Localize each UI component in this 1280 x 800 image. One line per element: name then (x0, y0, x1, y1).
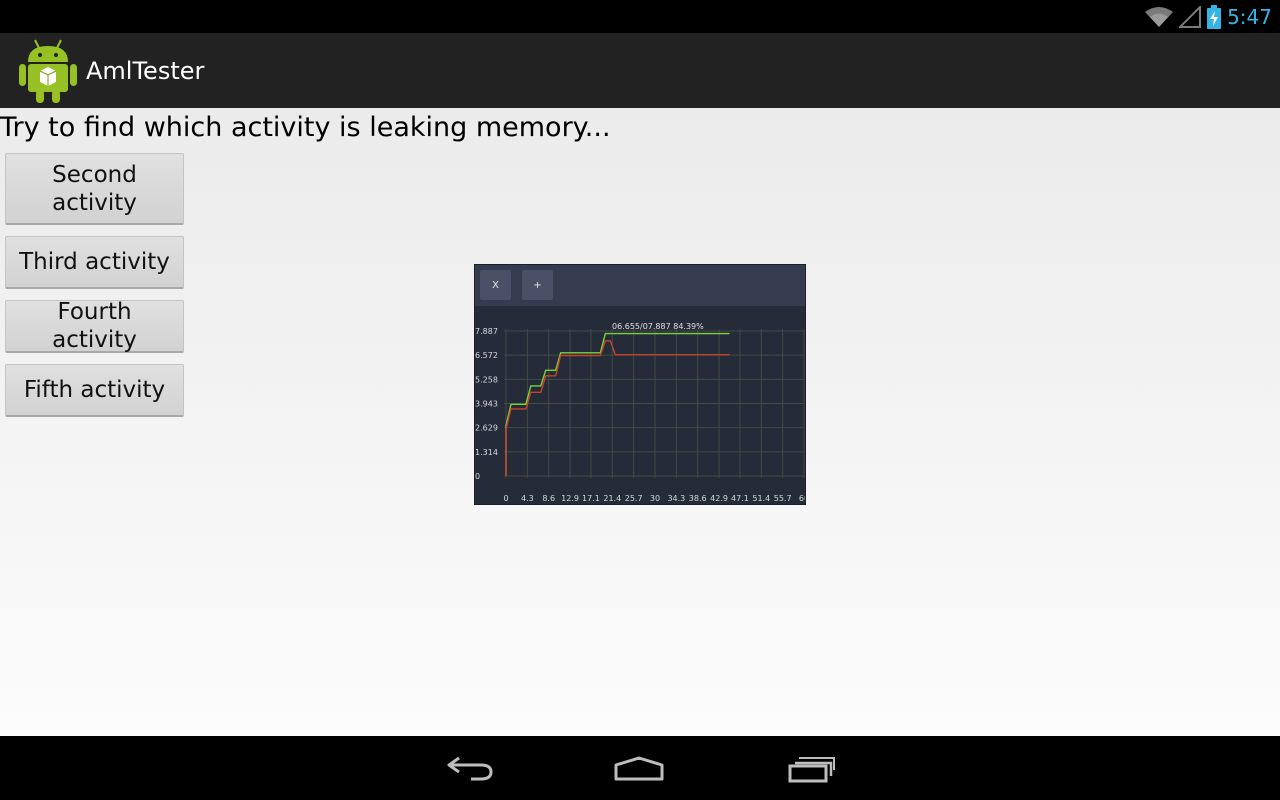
android-logo-icon[interactable] (18, 38, 78, 104)
x-tick-label: 30 (650, 494, 660, 503)
recent-apps-icon[interactable] (784, 752, 838, 784)
x-tick-label: 8.6 (542, 494, 555, 503)
y-tick-label: 0 (475, 472, 480, 481)
back-icon[interactable] (443, 752, 497, 784)
y-tick-label: 2.629 (475, 424, 498, 433)
fifth-activity-button[interactable]: Fifth activity (5, 364, 184, 417)
third-activity-button[interactable]: Third activity (5, 236, 184, 289)
status-icons: 5:47 (1145, 0, 1272, 33)
wifi-icon (1145, 6, 1174, 27)
second-activity-button[interactable]: Second activity (5, 153, 184, 225)
action-bar: AmlTester (0, 33, 1280, 108)
monitor-toolbar: X + (475, 265, 805, 306)
clock: 5:47 (1227, 4, 1272, 29)
x-tick-label: 21.4 (603, 494, 621, 503)
series-line-1 (505, 340, 730, 476)
x-tick-label: 47.1 (731, 494, 749, 503)
x-tick-label: 34.3 (667, 494, 685, 503)
y-tick-label: 6.572 (475, 351, 498, 360)
chart-annotation: 06.655/07.887 84.39% (612, 322, 704, 331)
memory-chart: 0 4.3 8.6 12.9 17.1 21.4 25.7 30 34.3 38.6 42.9 47.… (475, 322, 805, 503)
x-tick-label: 17.1 (582, 494, 600, 503)
x-tick-label: 12.9 (561, 494, 579, 503)
x-tick-label: 42.9 (710, 494, 728, 503)
x-tick-label: 55.7 (774, 494, 792, 503)
home-icon[interactable] (612, 752, 666, 784)
y-tick-label: 3.943 (475, 400, 498, 409)
app-title: AmlTester (86, 56, 205, 85)
monitor-close-button[interactable]: X (480, 270, 511, 300)
y-tick-label: 7.887 (475, 327, 498, 336)
battery-charging-icon (1207, 4, 1222, 29)
status-bar: 5:47 (0, 0, 1280, 33)
navigation-bar (0, 736, 1280, 800)
x-tick-label: 38.6 (689, 494, 707, 503)
x-tick-label: 25.7 (625, 494, 643, 503)
x-tick-label: 0 (503, 494, 508, 503)
fourth-activity-label: Fourth activity (52, 299, 137, 353)
x-tick-label: 4.3 (521, 494, 534, 503)
y-tick-label: 5.258 (475, 375, 498, 384)
signal-icon (1179, 5, 1202, 28)
second-activity-label: Second activity (52, 161, 137, 216)
page-headline: Try to find which activity is leaking me… (0, 112, 611, 143)
third-activity-label: Third activity (19, 249, 170, 275)
y-tick-label: 1.314 (475, 448, 498, 457)
main-content: Try to find which activity is leaking me… (0, 108, 1280, 736)
fifth-activity-label: Fifth activity (23, 377, 166, 403)
x-tick-label: 51.4 (752, 494, 770, 503)
monitor-add-button[interactable]: + (522, 270, 553, 300)
memory-monitor-overlay[interactable]: X + 0 4.3 8.6 12.9 17.1 21.4 25.7 30 34.3 38.6 42.… (474, 264, 806, 505)
fourth-activity-button[interactable]: Fourth activity (5, 299, 184, 353)
x-tick-label: 60 (799, 494, 805, 503)
